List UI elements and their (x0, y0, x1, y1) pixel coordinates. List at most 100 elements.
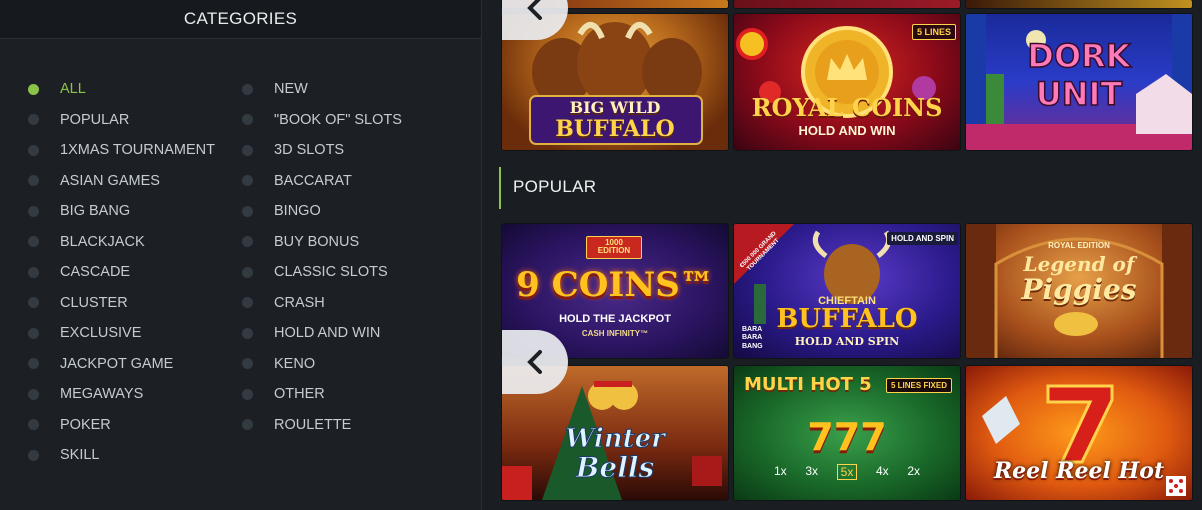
category-label: BINGO (274, 203, 321, 220)
categories-title: CATEGORIES (183, 9, 298, 28)
category-radio-dot (28, 236, 39, 248)
category-label: MEGAWAYS (60, 386, 144, 403)
category-radio-dot (28, 297, 39, 309)
category-radio-dot (242, 83, 253, 95)
category-jackpot-game[interactable]: JACKPOT GAME (28, 349, 215, 380)
game-title-line1: ROYAL COINS (751, 93, 943, 122)
category-label: CLUSTER (60, 294, 128, 311)
category-keno[interactable]: KENO (242, 349, 402, 380)
section-accent-bar (499, 167, 501, 209)
category-hold-and-win[interactable]: HOLD AND WIN (242, 318, 402, 349)
category-label: POPULAR (60, 111, 130, 128)
category-label: NEW (274, 81, 308, 98)
category-asian-games[interactable]: ASIAN GAMES (28, 166, 215, 197)
studio-logo: BARA BARA BANG (742, 326, 763, 350)
game-tile-top-strip[interactable] (966, 0, 1192, 8)
chevron-left-icon (527, 0, 542, 20)
game-tile-top-strip[interactable] (734, 0, 960, 8)
multiplier-row: 1x 3x 5x 4x 2x (774, 464, 920, 480)
category-skill[interactable]: SKILL (28, 440, 215, 471)
category-radio-dot (28, 449, 39, 461)
category-radio-dot (28, 114, 39, 126)
chevron-left-icon (527, 350, 542, 374)
category-label: ASIAN GAMES (60, 172, 160, 189)
game-title-line1: Legend of (1023, 252, 1135, 276)
categories-column-right: NEW "BOOK OF" SLOTS 3D SLOTS BACCARAT BI… (242, 74, 402, 440)
game-title-line1: 9 COINS™ (516, 265, 714, 305)
category-radio-dot (28, 358, 39, 370)
edition-badge: ROYAL EDITION (1048, 241, 1110, 250)
category-label: CASCADE (60, 264, 131, 281)
category-radio-dot (242, 358, 253, 370)
category-label: 1XMAS TOURNAMENT (60, 142, 215, 159)
category-crash[interactable]: CRASH (242, 288, 402, 319)
category-label: EXCLUSIVE (60, 325, 142, 342)
category-label: POKER (60, 416, 111, 433)
category-new[interactable]: NEW (242, 74, 402, 105)
category-radio-dot (28, 327, 39, 339)
category-label: HOLD AND WIN (274, 325, 381, 342)
categories-column-left: ALL POPULAR 1XMAS TOURNAMENT ASIAN GAMES… (28, 74, 215, 471)
category-label: BACCARAT (274, 172, 352, 189)
category-label: "BOOK OF" SLOTS (274, 111, 402, 128)
category-radio-dot (28, 266, 39, 278)
category-classic-slots[interactable]: CLASSIC SLOTS (242, 257, 402, 288)
category-baccarat[interactable]: BACCARAT (242, 166, 402, 197)
category-radio-dot (242, 175, 253, 187)
game-tile-reel-reel-hot[interactable]: Reel Reel Hot (966, 366, 1192, 500)
category-cascade[interactable]: CASCADE (28, 257, 215, 288)
category-label: CLASSIC SLOTS (274, 264, 388, 281)
game-title-line2: 777 (807, 415, 887, 459)
multiplier-5x: 5x (836, 464, 858, 480)
category-label: BLACKJACK (60, 233, 145, 250)
game-title-line2: Bells (575, 451, 655, 484)
multiplier-2x: 2x (907, 464, 920, 478)
category-all[interactable]: ALL (28, 74, 215, 105)
category-label: ALL (60, 81, 86, 98)
category-roulette[interactable]: ROULETTE (242, 410, 402, 441)
category-1xmas-tournament[interactable]: 1XMAS TOURNAMENT (28, 135, 215, 166)
game-tile-multi-hot-5[interactable]: MULTI HOT 5 5 LINES FIXED 777 1x 3x 5x 4… (734, 366, 960, 500)
game-title-line2: Piggies (1021, 273, 1137, 306)
category-3d-slots[interactable]: 3D SLOTS (242, 135, 402, 166)
category-book-of-slots[interactable]: "BOOK OF" SLOTS (242, 105, 402, 136)
category-cluster[interactable]: CLUSTER (28, 288, 215, 319)
category-label: JACKPOT GAME (60, 355, 174, 372)
category-radio-dot (28, 205, 39, 217)
game-title-line1: BIG WILD (569, 98, 661, 117)
category-poker[interactable]: POKER (28, 410, 215, 441)
prev-button-popular[interactable] (502, 330, 568, 394)
category-big-bang[interactable]: BIG BANG (28, 196, 215, 227)
edition-badge: 1000 EDITION (586, 236, 642, 259)
category-label: ROULETTE (274, 416, 352, 433)
category-other[interactable]: OTHER (242, 379, 402, 410)
category-radio-dot (242, 419, 253, 431)
game-tile-chieftain-buffalo[interactable]: €500 000 GRAND TOURNAMENT HOLD AND SPIN … (734, 224, 960, 358)
category-label: BIG BANG (60, 203, 131, 220)
category-buy-bonus[interactable]: BUY BONUS (242, 227, 402, 258)
category-radio-dot (242, 388, 253, 400)
category-blackjack[interactable]: BLACKJACK (28, 227, 215, 258)
game-title-line1: Winter (565, 424, 666, 454)
category-label: KENO (274, 355, 316, 372)
lines-badge: 5 LINES (911, 24, 956, 40)
section-title-popular: POPULAR (513, 177, 597, 196)
category-megaways[interactable]: MEGAWAYS (28, 379, 215, 410)
hold-spin-badge: HOLD AND SPIN (887, 232, 958, 245)
game-tile-dork-unit[interactable]: DORK UNIT (966, 14, 1192, 150)
category-label: CRASH (274, 294, 325, 311)
game-title-line1: Reel Reel Hot (993, 458, 1165, 484)
lines-badge: 5 LINES FIXED (885, 378, 952, 393)
category-radio-dot (242, 297, 253, 309)
game-title-line2: BUFFALO (555, 116, 675, 142)
game-title-line2: UNIT (1035, 75, 1123, 113)
category-radio-dot (28, 144, 39, 156)
category-radio-dot (28, 419, 39, 431)
category-label: BUY BONUS (274, 233, 360, 250)
game-tile-royal-coins[interactable]: 5 LINES ROYAL COINS HOLD AND WIN (734, 14, 960, 150)
category-exclusive[interactable]: EXCLUSIVE (28, 318, 215, 349)
game-tile-legend-of-piggies[interactable]: ROYAL EDITION Legend of Piggies (966, 224, 1192, 358)
category-popular[interactable]: POPULAR (28, 105, 215, 136)
category-bingo[interactable]: BINGO (242, 196, 402, 227)
game-title-line1: MULTI HOT 5 (744, 374, 872, 395)
